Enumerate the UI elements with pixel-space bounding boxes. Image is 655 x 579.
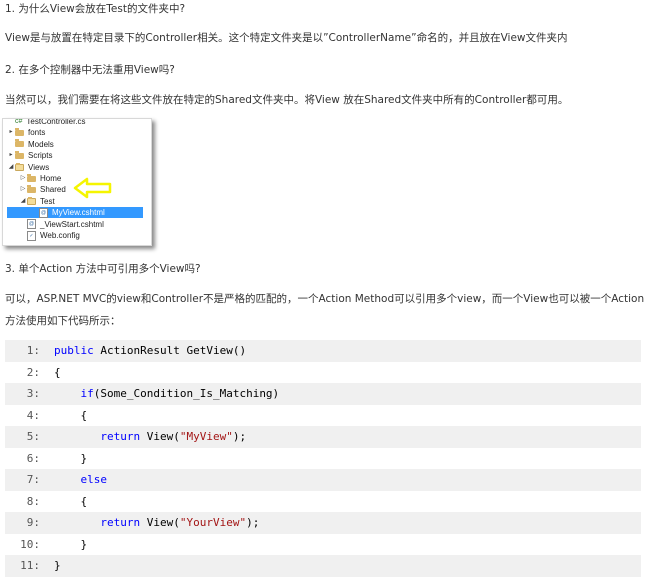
cshtml-file-icon: @ [39,207,48,218]
line-number: 9: [26,516,40,529]
tree-item[interactable]: @ MyView.cshtml [7,207,143,219]
line-number: 11: [20,559,40,572]
open-folder-icon [15,162,24,171]
tree-item[interactable]: Models [7,139,54,150]
expander-icon[interactable]: ▸ [7,150,15,161]
line-number: 8: [26,494,40,508]
question-2: 2. 在多个控制器中无法重用View吗? [5,64,175,76]
solution-explorer-screenshot: c# TestController.cs ▸ fonts Models ▸ Scripts ◢… [2,118,152,246]
folder-icon [15,127,24,136]
tree-item-label: Shared [40,185,66,195]
code-line: 6: } [5,447,641,469]
code-line: 5: return View("MyView"); [5,426,641,448]
expander-icon[interactable]: ▷ [19,173,27,184]
folder-icon [15,139,24,148]
line-number: 2: [26,365,40,379]
code-block: 1: public ActionResult GetView() 2: {3: if(… [5,340,641,579]
tree-item-label: Test [40,196,55,206]
code-text: { [54,365,61,379]
code-text: } [54,451,88,465]
tree-item[interactable]: @ _ViewStart.cshtml [19,219,104,230]
tree-item[interactable]: c# TestController.cs [7,118,86,127]
line-number: 10: [20,537,40,551]
config-file-icon: ✓ [27,230,36,241]
tree-item-label: MyView.cshtml [52,208,105,218]
csharp-file-icon: c# [15,118,23,125]
code-text: { [54,494,88,508]
code-line: 9: return View("YourView"); [5,512,641,534]
code-line: 7: else [5,469,641,491]
answer-2: 当然可以，我们需要在将这些文件放在特定的Shared文件夹中。将View 放在S… [5,94,569,106]
code-text: if(Some_Condition_Is_Matching) [80,387,280,400]
tree-item-label: Web.config [40,231,80,240]
code-line: 8: { [5,490,641,512]
tree-item[interactable]: ▸ Scripts [7,150,52,161]
tree-item-label: TestController.cs [26,118,86,126]
expander-icon[interactable]: ▸ [7,127,15,138]
folder-icon [27,173,36,182]
tree-item-label: _ViewStart.cshtml [40,219,104,229]
answer-3: 可以，ASP.NET MVC的view和Controller不是严格的匹配的，一… [5,293,645,327]
tree-item-label: fonts [28,128,46,138]
line-number: 6: [26,451,40,465]
code-text: return View("MyView"); [100,430,247,443]
question-1: 1. 为什么View会放在Test的文件夹中? [5,3,186,15]
tree-item[interactable]: ◢ Test [19,196,55,207]
expander-icon[interactable]: ◢ [7,162,15,173]
answer-1: View是与放置在特定目录下的Controller相关。这个特定文件夹是以”Co… [5,32,568,44]
tree-item[interactable]: ✓ Web.config [19,230,80,241]
code-text: public ActionResult GetView() [54,344,247,357]
tree-item-label: Views [28,162,50,172]
tree-item-label: Models [28,139,54,149]
tree-item[interactable]: ◢ Views [7,162,49,173]
line-number: 3: [26,387,40,400]
expander-icon[interactable]: ◢ [19,196,27,207]
code-line: 1: public ActionResult GetView() [5,340,641,362]
tree-item[interactable]: ▷ Home [19,173,61,184]
code-text: } [54,537,88,551]
question-3: 3. 单个Action 方法中可引用多个View吗? [5,263,201,275]
code-line: 11:} [5,555,641,577]
code-line: 2: { [5,361,641,383]
line-number: 5: [26,430,40,443]
code-text: else [80,473,108,486]
cshtml-file-icon: @ [27,219,36,230]
folder-icon [15,150,24,159]
code-text: } [54,559,61,572]
tree-item-label: Home [40,174,62,183]
code-line: 10: } [5,533,641,555]
line-number: 4: [26,408,40,422]
folder-icon [27,184,36,193]
code-line: 3: if(Some_Condition_Is_Matching) [5,383,641,405]
tree-item[interactable]: ▸ fonts [7,127,45,138]
tree-item-label: Scripts [28,151,53,161]
line-number: 7: [26,473,40,486]
tree-item[interactable]: ▷ Shared [19,184,66,195]
code-text: { [54,408,88,422]
line-number: 1: [26,344,40,357]
highlight-arrow-icon [73,177,112,199]
open-folder-icon [27,196,36,205]
code-line: 4: { [5,404,641,426]
code-text: return View("YourView"); [100,516,260,529]
expander-icon[interactable]: ▷ [19,184,27,195]
